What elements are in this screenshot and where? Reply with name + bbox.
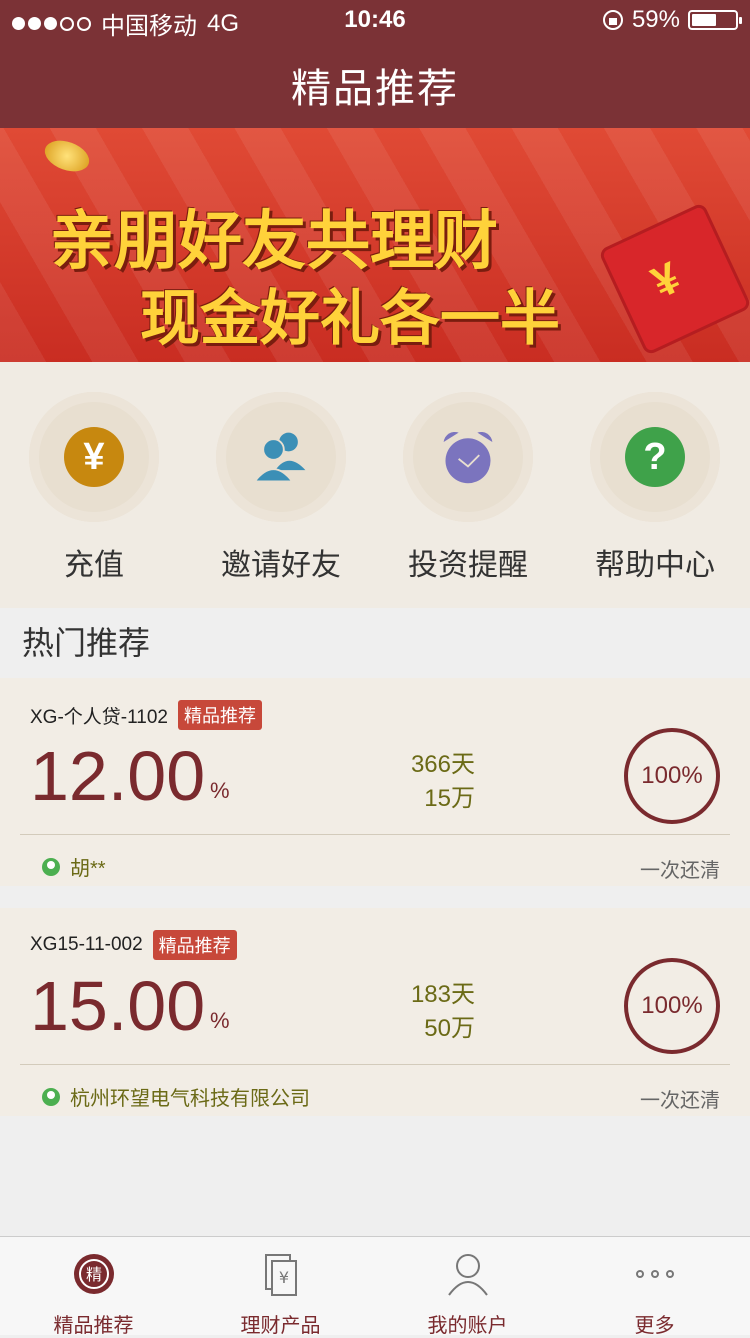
page-title: 精品推荐 xyxy=(291,67,459,111)
quick-reminder-label: 投资提醒 xyxy=(408,549,528,582)
progress-ring: 100% xyxy=(624,958,720,1054)
featured-badge: 精品推荐 xyxy=(177,700,262,730)
document-icon: ¥ xyxy=(264,1254,297,1296)
rate-unit: % xyxy=(210,778,230,803)
help-icon: ? xyxy=(625,427,685,487)
product-name: XG15-11-002 xyxy=(30,934,143,955)
loan-amount: 15万 xyxy=(424,785,475,812)
tab-featured[interactable]: 精 精品推荐 xyxy=(0,1237,187,1337)
annual-rate: 15.00 xyxy=(30,967,206,1045)
quick-help[interactable]: ? 帮助中心 xyxy=(565,392,745,584)
product-name-row: XG15-11-002 精品推荐 xyxy=(30,930,237,960)
user-icon xyxy=(447,1254,488,1296)
divider xyxy=(20,834,730,835)
svg-text:¥: ¥ xyxy=(278,1268,288,1287)
repayment-method: 一次还清 xyxy=(640,1090,720,1112)
user-icon xyxy=(42,1087,60,1106)
term-and-amount: 366天 15万 xyxy=(380,748,475,816)
quick-help-label: 帮助中心 xyxy=(595,549,715,582)
status-bar: 中国移动 4G 10:46 59% xyxy=(0,0,750,40)
quick-invite[interactable]: 邀请好友 xyxy=(191,392,371,584)
app-header: 中国移动 4G 10:46 59% 精品推荐 xyxy=(0,0,750,128)
banner-headline: 亲朋好友共理财 xyxy=(50,205,498,279)
featured-icon: 精 xyxy=(73,1254,114,1294)
quick-invite-label: 邀请好友 xyxy=(221,549,341,582)
borrower: 杭州环望电气科技有限公司 xyxy=(42,1082,310,1111)
annual-rate: 12.00 xyxy=(30,737,206,815)
more-icon xyxy=(635,1270,674,1278)
svg-text:精: 精 xyxy=(85,1265,101,1284)
divider xyxy=(20,1064,730,1065)
banner-subheadline: 现金好礼各一半 xyxy=(140,284,560,354)
battery-icon xyxy=(688,10,742,30)
product-card[interactable]: XG15-11-002 精品推荐 15.00 % 183天 50万 100% 杭… xyxy=(0,908,750,1116)
product-card[interactable]: XG-个人贷-1102 精品推荐 12.00 % 366天 15万 100% 胡… xyxy=(0,678,750,886)
section-title-hot: 热门推荐 xyxy=(22,625,151,661)
borrower-name: 胡** xyxy=(70,858,106,880)
quick-actions: ¥ 充值 邀请好友 投资提醒 ? 帮助中心 xyxy=(0,362,750,608)
product-name-row: XG-个人贷-1102 精品推荐 xyxy=(30,700,262,730)
tab-account[interactable]: 我的账户 xyxy=(374,1237,561,1337)
alarm-clock-icon xyxy=(438,427,498,487)
quick-reminder[interactable]: 投资提醒 xyxy=(378,392,558,584)
tab-more[interactable]: 更多 xyxy=(561,1237,748,1337)
borrower: 胡** xyxy=(42,852,106,881)
quick-recharge[interactable]: ¥ 充值 xyxy=(4,392,184,584)
invite-friends-icon xyxy=(251,427,311,487)
term-and-amount: 183天 50万 xyxy=(380,978,475,1046)
progress-ring: 100% xyxy=(624,728,720,824)
yen-icon: ¥ xyxy=(64,427,124,487)
battery-percent: 59% xyxy=(631,6,680,33)
rotation-lock-icon xyxy=(602,10,623,30)
borrower-name: 杭州环望电气科技有限公司 xyxy=(70,1088,310,1110)
loan-amount: 50万 xyxy=(424,1015,475,1042)
tab-bar: 精 精品推荐 ¥ 理财产品 我的账户 更多 xyxy=(0,1236,750,1337)
term-days: 366天 xyxy=(410,751,475,778)
rate-unit: % xyxy=(210,1008,230,1033)
user-icon xyxy=(42,857,60,876)
quick-recharge-label: 充值 xyxy=(64,549,124,582)
term-days: 183天 xyxy=(410,981,475,1008)
promo-banner[interactable]: 亲朋好友共理财 现金好礼各一半 xyxy=(0,128,750,362)
tab-products[interactable]: ¥ 理财产品 xyxy=(187,1237,374,1337)
featured-badge: 精品推荐 xyxy=(152,930,237,960)
repayment-method: 一次还清 xyxy=(640,860,720,882)
product-name: XG-个人贷-1102 xyxy=(30,706,168,728)
